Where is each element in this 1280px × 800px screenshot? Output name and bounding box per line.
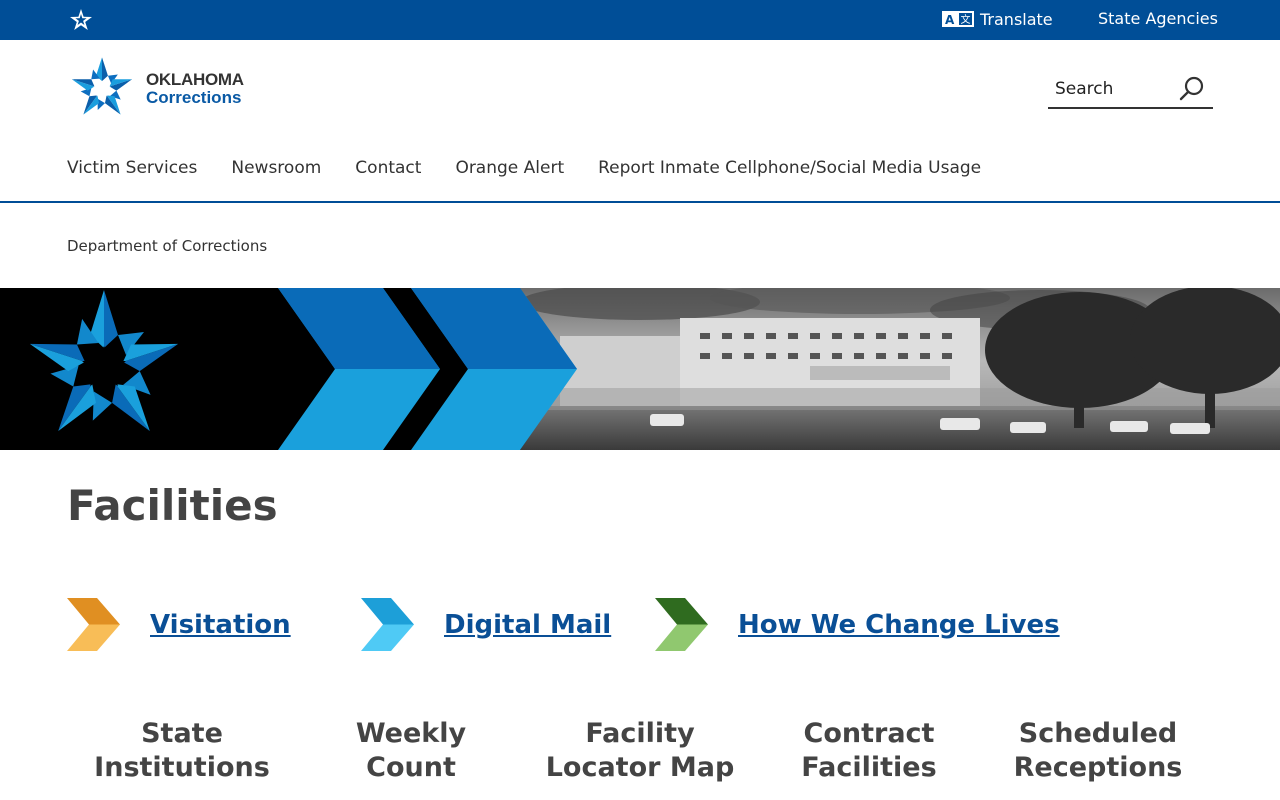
tile-line: State	[141, 718, 223, 749]
main-nav: Victim Services Newsroom Contact Orange …	[67, 158, 1015, 178]
tile-line: Count	[366, 752, 456, 783]
tile-line: Contract	[803, 718, 935, 749]
site-logo[interactable]: OKLAHOMA Corrections	[69, 56, 244, 122]
tile-line: Institutions	[94, 752, 270, 783]
hero-banner-graphic	[0, 288, 1280, 450]
how-we-change-lives-link[interactable]: How We Change Lives	[738, 610, 1060, 640]
tile-line: Receptions	[1013, 752, 1183, 783]
tile-line: Scheduled	[1018, 718, 1178, 749]
chevron-right-icon	[361, 598, 414, 651]
quick-link-digital-mail[interactable]: Digital Mail	[361, 598, 611, 651]
quick-link-how-we-change-lives[interactable]: How We Change Lives	[655, 598, 1060, 651]
site-header: OKLAHOMA Corrections Victim Services New…	[0, 40, 1280, 203]
tile-state-institutions[interactable]: State Institutions	[67, 717, 297, 785]
logo-text: OKLAHOMA Corrections	[146, 71, 244, 107]
oklahoma-star-icon[interactable]	[69, 9, 93, 31]
search-box	[1048, 70, 1213, 109]
svg-text:A: A	[945, 13, 955, 27]
logo-line-corrections: Corrections	[146, 88, 242, 107]
nav-victim-services[interactable]: Victim Services	[67, 158, 197, 178]
quick-link-visitation[interactable]: Visitation	[67, 598, 291, 651]
search-input[interactable]	[1048, 78, 1173, 99]
chevron-right-icon	[67, 598, 120, 651]
svg-text:文: 文	[961, 13, 971, 26]
search-icon[interactable]	[1179, 76, 1205, 102]
page-title: Facilities	[67, 481, 278, 530]
nav-report-inmate-cellphone[interactable]: Report Inmate Cellphone/Social Media Usa…	[598, 158, 981, 178]
tile-line: Locator Map	[545, 752, 735, 783]
logo-line-oklahoma: OKLAHOMA	[146, 70, 244, 90]
translate-icon: A 文	[942, 11, 974, 27]
translate-button[interactable]: A 文 Translate	[942, 8, 1053, 30]
logo-star-icon	[70, 57, 135, 122]
nav-newsroom[interactable]: Newsroom	[231, 158, 321, 178]
translate-label: Translate	[980, 9, 1053, 29]
nav-orange-alert[interactable]: Orange Alert	[455, 158, 564, 178]
nav-contact[interactable]: Contact	[355, 158, 421, 178]
tile-weekly-count[interactable]: Weekly Count	[296, 717, 526, 785]
tile-line: Weekly	[355, 718, 467, 749]
tile-line: Facility	[585, 718, 695, 749]
tile-scheduled-receptions[interactable]: Scheduled Receptions	[983, 717, 1213, 785]
state-agencies-link[interactable]: State Agencies	[1098, 9, 1218, 28]
hero-banner	[0, 288, 1280, 450]
breadcrumb[interactable]: Department of Corrections	[67, 237, 267, 255]
digital-mail-link[interactable]: Digital Mail	[444, 610, 611, 640]
visitation-link[interactable]: Visitation	[150, 610, 291, 640]
tile-line: Facilities	[801, 752, 937, 783]
chevron-right-icon	[655, 598, 708, 651]
utility-bar: A 文 Translate State Agencies	[0, 0, 1280, 40]
tile-facility-locator-map[interactable]: Facility Locator Map	[525, 717, 755, 785]
tile-contract-facilities[interactable]: Contract Facilities	[754, 717, 984, 785]
